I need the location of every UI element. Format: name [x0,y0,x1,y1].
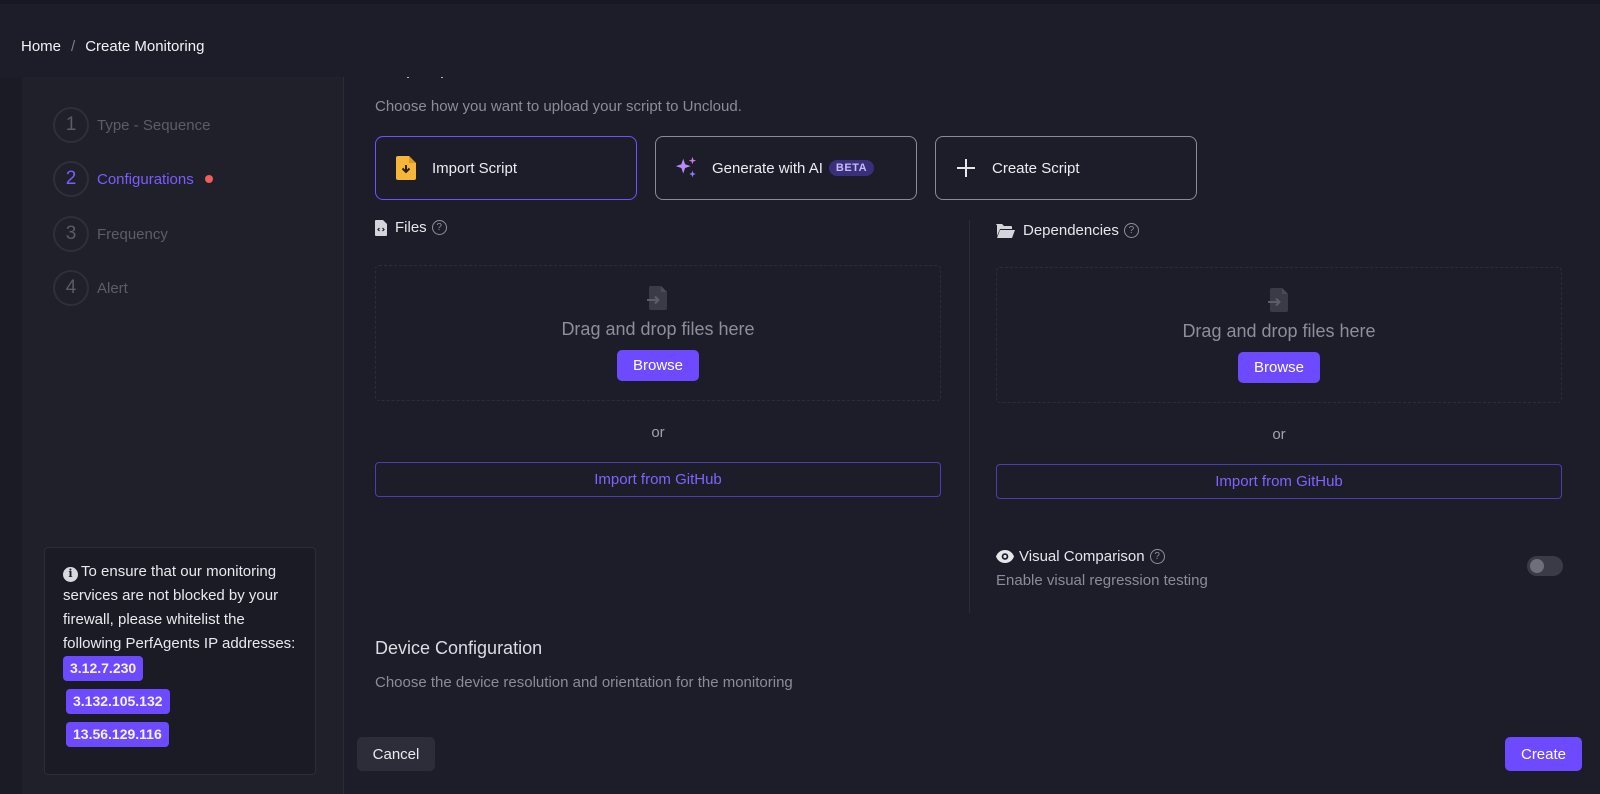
step-error-dot [204,175,213,183]
import-script-label: Import Script [432,159,518,177]
generate-ai-label: Generate with AI [712,159,823,177]
step-number: 4 [53,270,89,306]
ip-badge: 3.132.105.132 [66,689,170,714]
step-number: 2 [53,161,89,197]
step-type-sequence[interactable]: 1 Type - Sequence [53,107,210,143]
step-label: Type - Sequence [97,116,211,134]
files-label: Files [395,219,427,236]
eye-icon [996,550,1014,563]
files-header: Files ? [375,219,447,236]
dependencies-dropzone[interactable]: Drag and drop files here Browse [996,267,1562,403]
left-edge-strip [0,77,22,794]
generate-ai-card[interactable]: Generate with AI BETA [655,136,917,200]
file-import-icon [394,156,418,180]
toggle-knob [1530,559,1544,573]
visual-comparison-toggle[interactable] [1527,556,1563,576]
help-icon[interactable]: ? [1149,549,1165,564]
visual-comparison-header: Visual Comparison ? [996,548,1165,565]
device-config-subtitle: Choose the device resolution and orienta… [375,674,793,691]
dependencies-import-github-button[interactable]: Import from GitHub [996,464,1562,499]
drop-text: Drag and drop files here [1182,321,1376,341]
cancel-button[interactable]: Cancel [357,737,435,771]
visual-comparison-label: Visual Comparison [1019,548,1145,565]
info-icon: i [63,566,78,582]
file-code-icon [375,219,387,236]
whitelist-text: To ensure that our monitoring services a… [63,563,296,652]
step-configurations[interactable]: 2 Configurations [53,161,213,197]
stepper-sidebar: 1 Type - Sequence 2 Configurations 3 Fre… [22,77,344,794]
file-upload-icon [647,286,669,315]
files-browse-button[interactable]: Browse [617,350,699,381]
help-icon[interactable]: ? [431,220,447,235]
create-script-label: Create Script [992,159,1080,177]
ip-whitelist-info: i To ensure that our monitoring services … [44,547,316,775]
script-options-subtitle: Choose how you want to upload your scrip… [375,98,742,115]
ip-badge: 13.56.129.116 [66,722,169,747]
help-icon[interactable]: ? [1123,223,1139,238]
ip-badge: 3.12.7.230 [63,656,144,681]
files-import-github-button[interactable]: Import from GitHub [375,462,941,497]
panel-divider [969,220,970,613]
folder-open-icon [996,223,1015,238]
step-frequency[interactable]: 3 Frequency [53,216,168,252]
import-script-card[interactable]: Import Script [375,136,637,200]
or-divider: or [1272,426,1286,443]
step-number: 1 [53,107,89,143]
breadcrumb: Home / Create Monitoring [21,38,204,55]
drop-text: Drag and drop files here [561,319,755,339]
dependencies-label: Dependencies [1023,222,1119,239]
step-label: Alert [97,279,128,297]
step-alert[interactable]: 4 Alert [53,270,128,306]
beta-badge: BETA [828,160,875,176]
dependencies-browse-button[interactable]: Browse [1238,352,1320,383]
step-label: Frequency [97,225,168,243]
create-button[interactable]: Create [1505,737,1582,771]
top-bar: Home / Create Monitoring [0,0,1600,77]
step-number: 3 [53,216,89,252]
or-divider: or [651,424,665,441]
sparkles-icon [674,156,698,180]
file-upload-icon [1268,288,1290,317]
create-script-card[interactable]: Create Script [935,136,1197,200]
plus-icon [954,156,978,180]
device-config-title: Device Configuration [375,638,543,658]
breadcrumb-home-link[interactable]: Home [21,38,61,55]
visual-comparison-description: Enable visual regression testing [996,572,1208,589]
files-dropzone[interactable]: Drag and drop files here Browse [375,265,941,401]
breadcrumb-separator: / [71,38,76,55]
step-label: Configurations [97,170,194,188]
breadcrumb-current: Create Monitoring [85,38,205,55]
dependencies-header: Dependencies ? [996,222,1139,239]
